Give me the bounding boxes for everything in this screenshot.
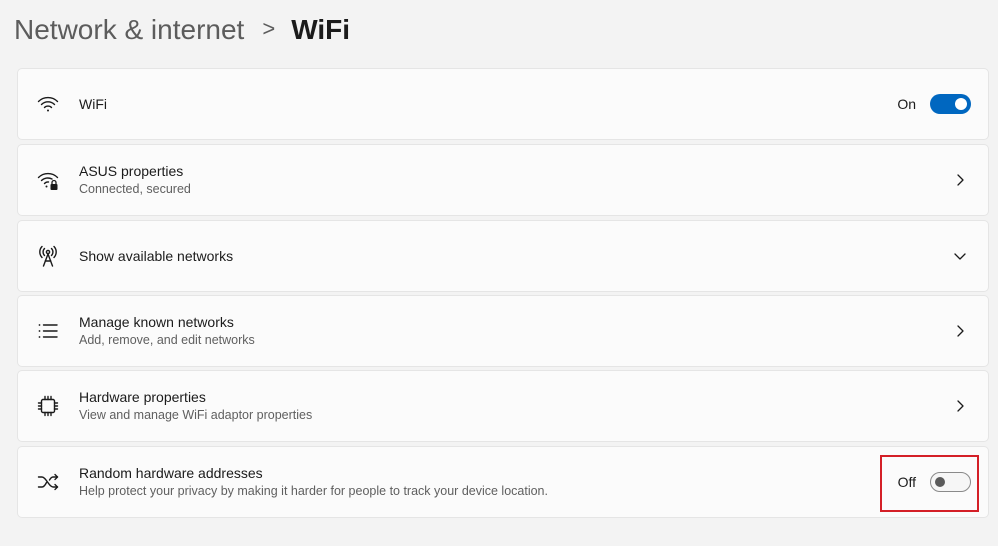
chip-icon <box>36 394 60 418</box>
manage-known-networks-row[interactable]: Manage known networks Add, remove, and e… <box>17 295 989 367</box>
highlight-box <box>880 455 979 512</box>
wifi-row-title: WiFi <box>79 96 107 112</box>
chevron-right-icon <box>952 398 968 414</box>
hardware-properties-title: Hardware properties <box>79 389 206 405</box>
hardware-properties-subtitle: View and manage WiFi adaptor properties <box>79 408 313 422</box>
chevron-down-icon <box>952 248 968 264</box>
toggle-knob <box>955 98 967 110</box>
shuffle-icon <box>36 470 60 494</box>
breadcrumb-separator: > <box>262 16 276 41</box>
manage-known-networks-subtitle: Add, remove, and edit networks <box>79 333 255 347</box>
random-hardware-addresses-subtitle: Help protect your privacy by making it h… <box>79 484 548 498</box>
list-icon <box>36 319 60 343</box>
hardware-properties-row[interactable]: Hardware properties View and manage WiFi… <box>17 370 989 442</box>
chevron-right-icon <box>952 323 968 339</box>
network-properties-subtitle: Connected, secured <box>79 182 191 196</box>
breadcrumb: Network & internet > WiFi <box>14 10 350 50</box>
manage-known-networks-title: Manage known networks <box>79 314 234 330</box>
wifi-toggle-switch[interactable] <box>930 94 971 114</box>
wifi-lock-icon <box>36 168 60 192</box>
random-hardware-addresses-row[interactable]: Random hardware addresses Help protect y… <box>17 446 989 518</box>
network-properties-title: ASUS properties <box>79 163 184 179</box>
show-available-networks-title: Show available networks <box>79 248 234 264</box>
network-properties-row[interactable]: ASUS properties Connected, secured <box>17 144 989 216</box>
wifi-toggle-state: On <box>897 96 916 112</box>
antenna-icon <box>36 244 60 268</box>
wifi-toggle-row[interactable]: WiFi On <box>17 68 989 140</box>
page-title: WiFi <box>291 14 351 45</box>
breadcrumb-parent-link[interactable]: Network & internet <box>14 14 244 46</box>
wifi-icon <box>36 92 60 116</box>
show-available-networks-row[interactable]: Show available networks <box>17 220 989 292</box>
random-hardware-addresses-title: Random hardware addresses <box>79 465 263 481</box>
chevron-right-icon <box>952 172 968 188</box>
